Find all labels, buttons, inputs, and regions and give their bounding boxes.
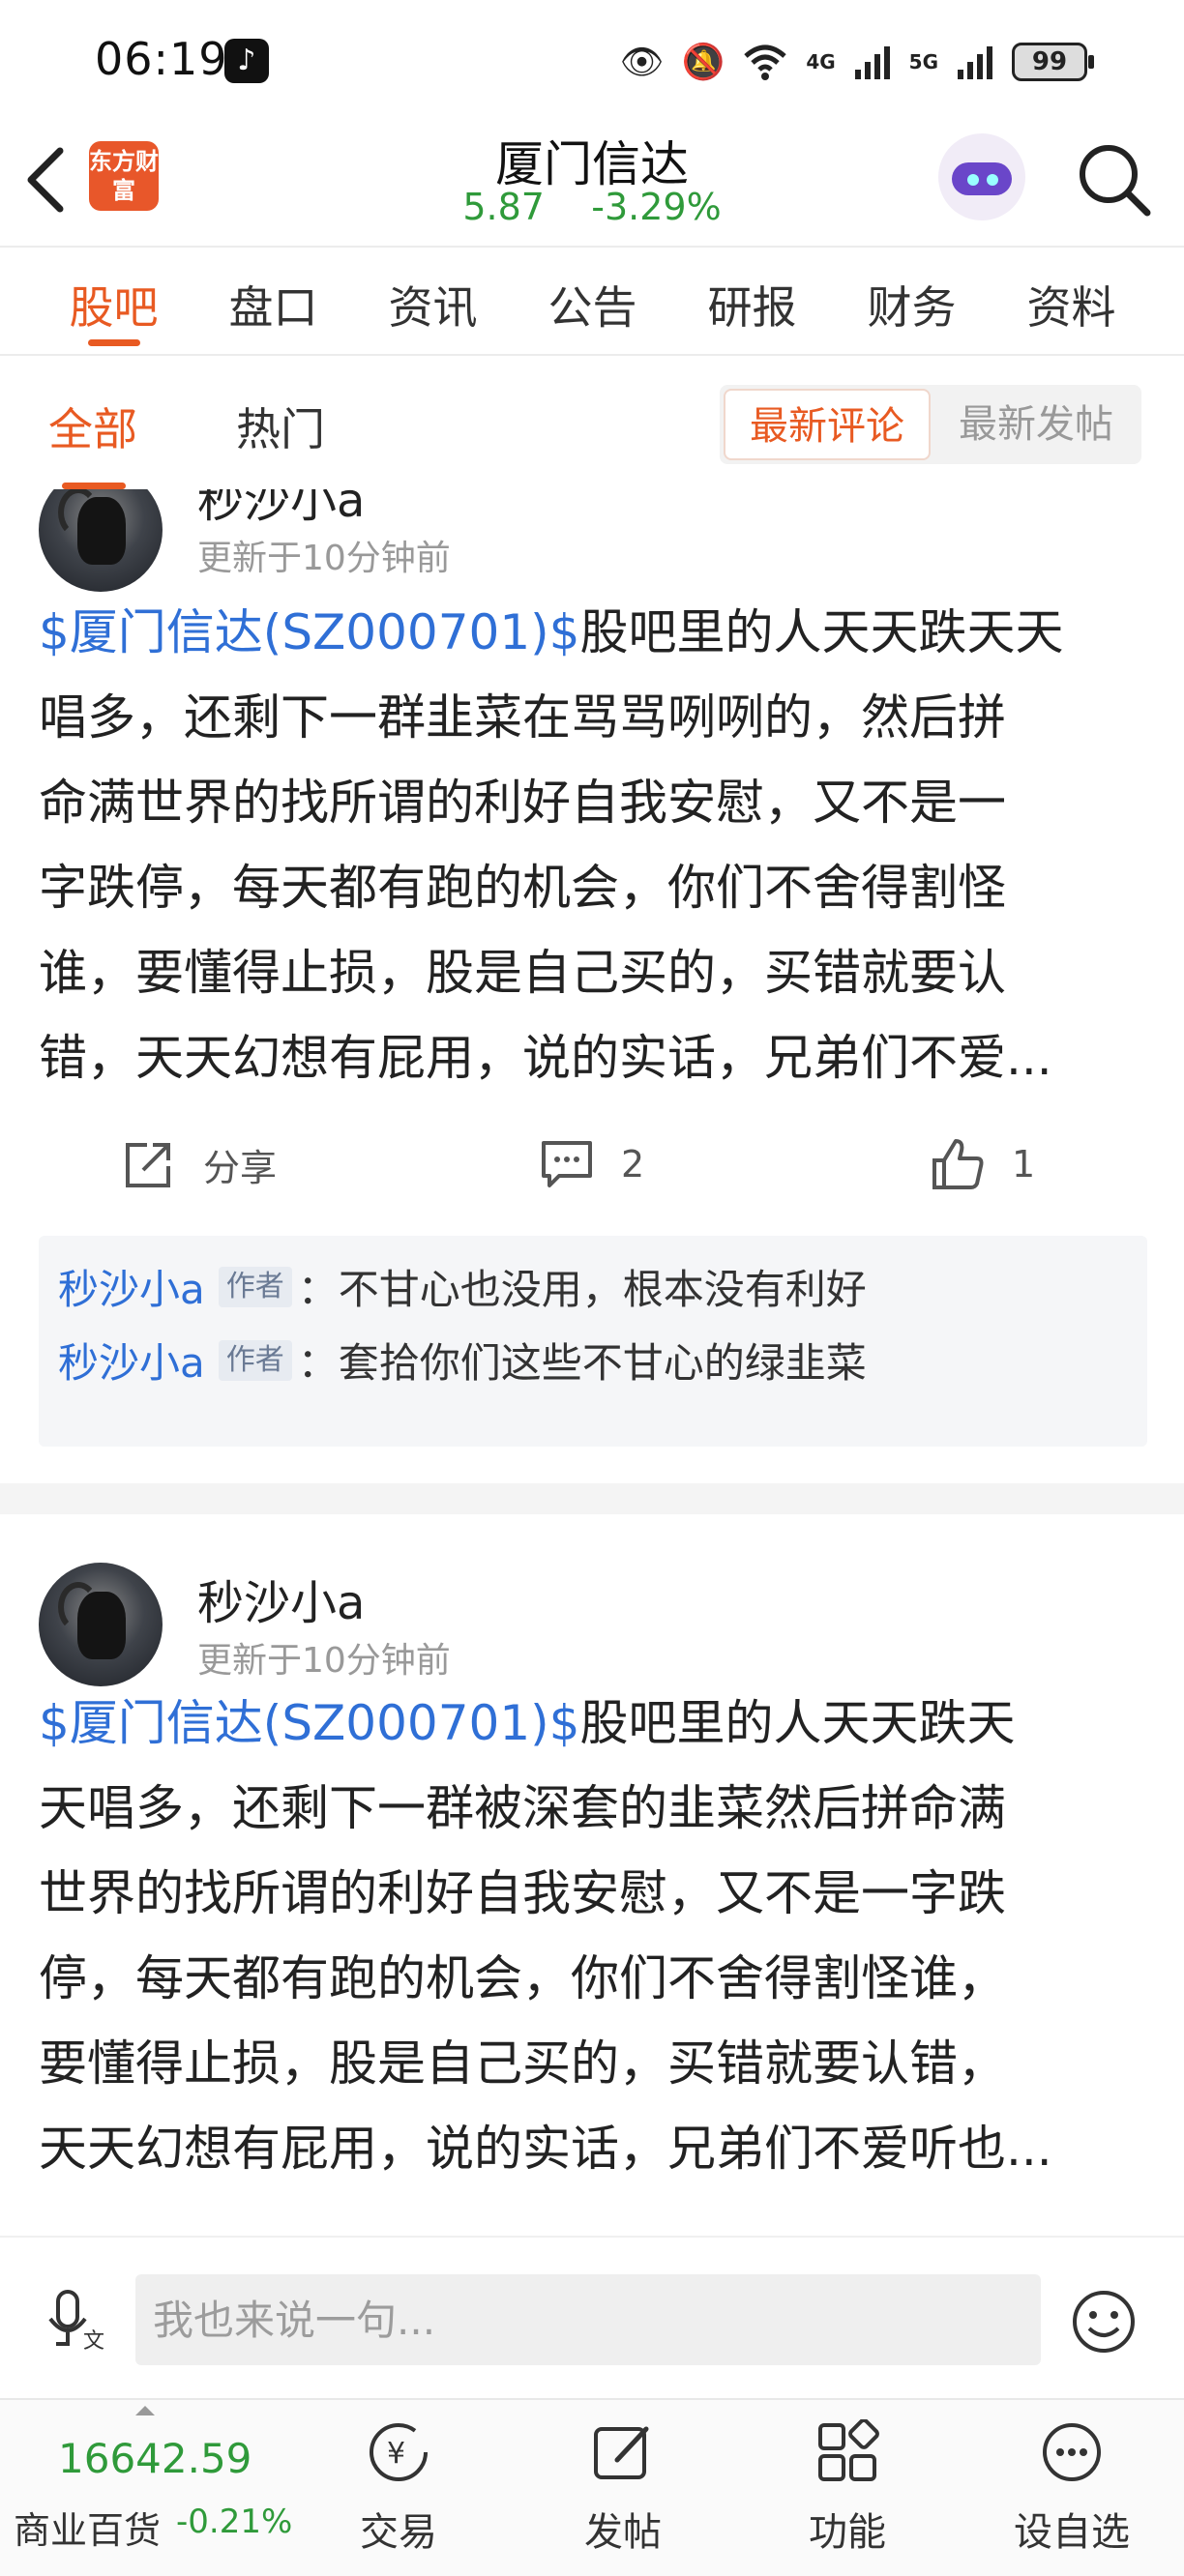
like-icon	[932, 1139, 984, 1189]
author-badge: 作者	[218, 1339, 292, 1381]
comment-input[interactable]	[135, 2274, 1041, 2365]
trade-icon: ¥	[370, 2423, 428, 2481]
post-actions: 分享 2 1	[0, 1116, 1184, 1213]
assistant-robot-icon[interactable]	[938, 133, 1025, 220]
stock-tag-link[interactable]: $厦门信达(SZ000701)$	[39, 604, 580, 660]
status-bar: 06:19 ♪ 👁 🔕 4G 5G 99	[0, 0, 1184, 116]
post-content[interactable]: $厦门信达(SZ000701)$股吧里的人天天跌天天 唱多，还剩下一群韭菜在骂骂…	[39, 590, 1151, 1100]
stock-change: -3.29%	[591, 186, 722, 228]
index-value: 16642.59	[58, 2435, 252, 2482]
emoji-icon	[1073, 2291, 1135, 2353]
share-button[interactable]: 分享	[120, 1116, 277, 1213]
avatar[interactable]	[39, 1563, 163, 1686]
watchlist-icon	[1043, 2423, 1101, 2481]
post-card[interactable]: 秒沙小a 更新于10分钟前 $厦门信达(SZ000701)$股吧里的人天天跌天天…	[0, 489, 1184, 1462]
sort-toggle: 最新评论 最新发帖	[720, 385, 1141, 464]
tab-pankou[interactable]: 盘口	[193, 248, 353, 354]
subtab-hot[interactable]: 热门	[236, 395, 325, 458]
eye-icon: 👁	[619, 43, 665, 82]
subtab-all[interactable]: 全部	[48, 395, 137, 489]
share-icon	[126, 1143, 170, 1187]
post-user-name[interactable]: 秒沙小a	[197, 1565, 365, 1632]
comment-user[interactable]: 秒沙小a	[58, 1331, 205, 1390]
wifi-icon	[744, 44, 786, 80]
bottom-nav: 16642.59 商业百货 -0.21% ¥ 交易 发帖 功能 设自选	[0, 2398, 1184, 2576]
search-icon	[1080, 145, 1151, 217]
sort-latest-comment-button[interactable]: 最新评论	[724, 389, 931, 460]
voice-icon: 文	[48, 2290, 104, 2353]
index-ticker[interactable]: 16642.59 商业百货 -0.21%	[0, 2400, 293, 2576]
expand-arrow-icon	[135, 2406, 155, 2415]
share-label: 分享	[203, 1146, 278, 1189]
post-time: 更新于10分钟前	[197, 539, 451, 578]
emoji-button[interactable]	[1070, 2288, 1138, 2356]
status-icons: 👁 🔕 4G 5G 99	[619, 35, 1094, 89]
post-time: 更新于10分钟前	[197, 1641, 451, 1681]
main-tabs: 股吧 盘口 资讯 公告 研报 财务 资料	[0, 248, 1184, 356]
filter-row: 全部 热门 最新评论 最新发帖	[0, 358, 1184, 489]
network-4g-label: 4G	[806, 50, 836, 73]
battery-indicator: 99	[1012, 43, 1094, 81]
search-button[interactable]	[1074, 139, 1155, 220]
author-badge: 作者	[218, 1266, 292, 1307]
comment-input-bar: 文	[0, 2236, 1184, 2398]
function-icon	[818, 2419, 879, 2481]
post-icon	[594, 2426, 649, 2479]
comment-text: ：不甘心也没用，根本没有利好	[297, 1266, 867, 1313]
status-time: 06:19	[95, 33, 228, 85]
voice-input-button[interactable]: 文	[44, 2286, 112, 2354]
comment-item[interactable]: 秒沙小a 作者 ：不甘心也没用，根本没有利好	[58, 1257, 867, 1316]
nav-functions[interactable]: 功能	[760, 2400, 934, 2576]
stock-price: 5.87	[462, 186, 545, 228]
post-card[interactable]: 秒沙小a 更新于10分钟前 $厦门信达(SZ000701)$股吧里的人天天跌天 …	[0, 1514, 1184, 2236]
tab-research[interactable]: 研报	[672, 248, 832, 354]
tab-announcements[interactable]: 公告	[513, 248, 672, 354]
tab-profile[interactable]: 资料	[992, 248, 1151, 354]
index-name: 商业百货	[14, 2509, 162, 2552]
post-feed[interactable]: 秒沙小a 更新于10分钟前 $厦门信达(SZ000701)$股吧里的人天天跌天天…	[0, 489, 1184, 2236]
tiktok-notification-icon: ♪	[224, 39, 269, 83]
index-change: -0.21%	[176, 2503, 293, 2541]
comment-item[interactable]: 秒沙小a 作者 ：套拾你们这些不甘心的绿韭菜	[58, 1331, 867, 1390]
like-button[interactable]: 1	[929, 1116, 1035, 1213]
signal-5g-icon	[958, 46, 992, 79]
tab-guba[interactable]: 股吧	[34, 248, 193, 354]
like-count: 1	[1012, 1143, 1036, 1186]
comment-count: 2	[621, 1143, 645, 1186]
comment-user[interactable]: 秒沙小a	[58, 1257, 205, 1316]
stock-header: 东方财富 厦门信达 5.87 -3.29%	[0, 116, 1184, 248]
svg-text:¥: ¥	[387, 2437, 405, 2471]
post-divider	[0, 1483, 1184, 1514]
signal-4g-icon	[854, 46, 890, 79]
comment-button[interactable]: 2	[538, 1116, 644, 1213]
network-5g-label: 5G	[908, 50, 938, 73]
nav-watchlist[interactable]: 设自选	[985, 2400, 1159, 2576]
mute-bell-icon: 🔕	[681, 43, 725, 82]
comment-icon	[542, 1141, 592, 1187]
comments-preview[interactable]: 秒沙小a 作者 ：不甘心也没用，根本没有利好 秒沙小a 作者 ：套拾你们这些不甘…	[39, 1236, 1147, 1447]
avatar[interactable]	[39, 489, 163, 592]
svg-text:文: 文	[83, 2328, 104, 2353]
nav-trade[interactable]: ¥ 交易	[311, 2400, 486, 2576]
comment-text: ：套拾你们这些不甘心的绿韭菜	[297, 1339, 867, 1387]
stock-tag-link[interactable]: $厦门信达(SZ000701)$	[39, 1695, 580, 1751]
post-user-name[interactable]: 秒沙小a	[197, 489, 365, 530]
post-content[interactable]: $厦门信达(SZ000701)$股吧里的人天天跌天 天唱多，还剩下一群被深套的韭…	[39, 1681, 1151, 2191]
tab-news[interactable]: 资讯	[353, 248, 513, 354]
sort-latest-post-button[interactable]: 最新发帖	[934, 389, 1138, 460]
tab-finance[interactable]: 财务	[832, 248, 992, 354]
nav-post[interactable]: 发帖	[536, 2400, 710, 2576]
